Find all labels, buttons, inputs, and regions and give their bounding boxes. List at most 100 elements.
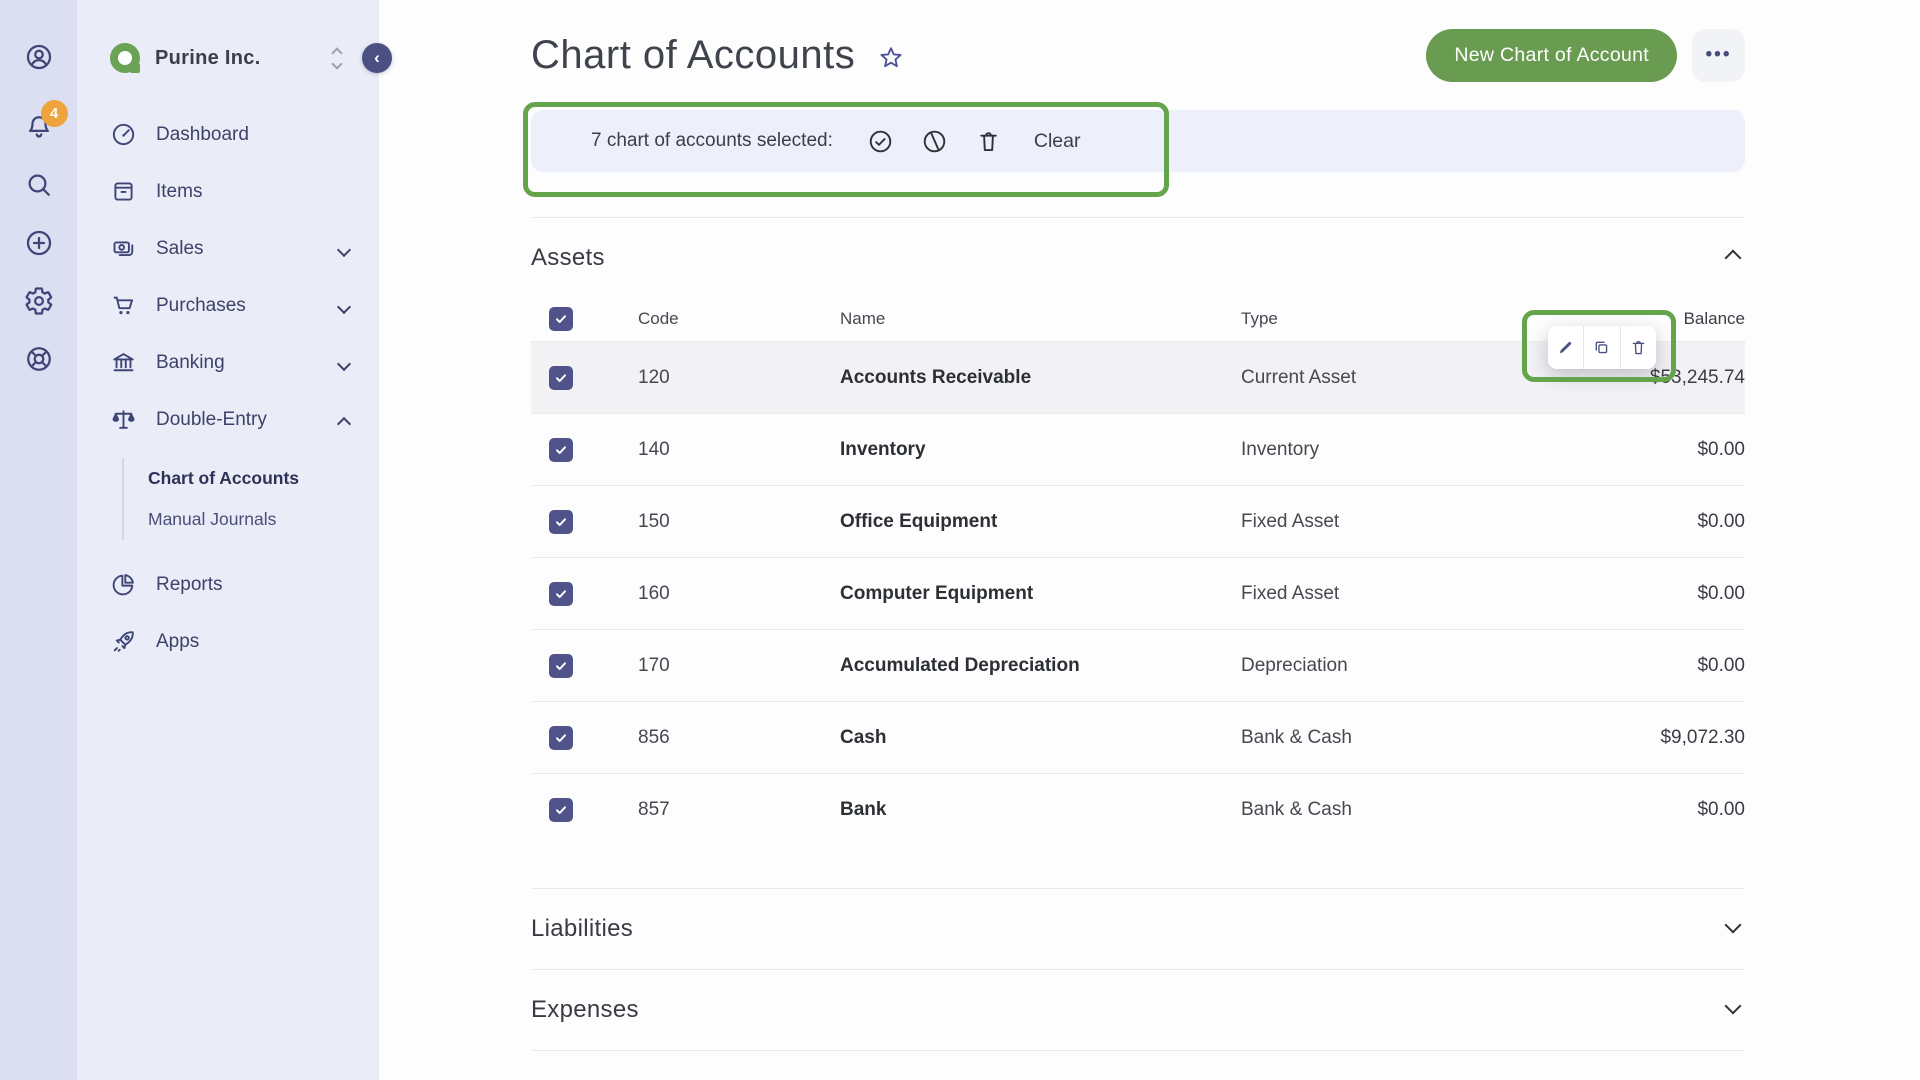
chevron-down-icon	[1725, 917, 1742, 934]
cell-name: Inventory	[823, 439, 1224, 461]
cell-name: Accumulated Depreciation	[823, 655, 1224, 677]
sidebar-item-apps[interactable]: Apps	[77, 613, 379, 670]
double-entry-icon	[110, 406, 137, 433]
sidebar-item-label: Items	[156, 181, 202, 203]
table-row[interactable]: 856 Cash Bank & Cash $9,072.30	[531, 701, 1745, 773]
sidebar-item-label: Double-Entry	[156, 409, 267, 431]
table-row[interactable]: 150 Office Equipment Fixed Asset $0.00	[531, 485, 1745, 557]
sidebar: Purine Inc. ‹ Dashboard Items Sales Purc…	[77, 0, 379, 1080]
double-entry-submenu: Chart of Accounts Manual Journals	[122, 458, 379, 540]
cell-code: 857	[621, 799, 823, 821]
sidebar-item-label: Apps	[156, 631, 199, 653]
cell-balance: $53,245.74	[1584, 367, 1745, 389]
cell-name: Office Equipment	[823, 511, 1224, 533]
edit-pencil-icon[interactable]	[1548, 326, 1583, 369]
chevron-down-icon	[337, 357, 351, 371]
new-chart-of-account-button[interactable]: New Chart of Account	[1426, 29, 1677, 82]
section-assets-header[interactable]: Assets	[531, 218, 1745, 297]
disable-ban-icon[interactable]	[921, 128, 948, 155]
sidebar-item-chart-of-accounts[interactable]: Chart of Accounts	[148, 458, 379, 499]
sidebar-collapse-button[interactable]: ‹	[362, 43, 392, 73]
table-row[interactable]: 140 Inventory Inventory $0.00	[531, 413, 1745, 485]
section-assets: Assets Code Name Type Balance 120 Accoun…	[531, 218, 1745, 889]
row-checkbox[interactable]	[549, 366, 573, 390]
notifications-icon[interactable]: 4	[22, 110, 56, 144]
section-expenses: Expenses	[531, 970, 1745, 1051]
cell-code: 120	[621, 367, 823, 389]
duplicate-copy-icon[interactable]	[1583, 326, 1619, 369]
cell-balance: $0.00	[1584, 655, 1745, 677]
apps-icon	[110, 628, 137, 655]
row-checkbox[interactable]	[549, 438, 573, 462]
banking-icon	[110, 349, 137, 376]
table-row[interactable]: 857 Bank Bank & Cash $0.00	[531, 773, 1745, 845]
sidebar-item-label: Reports	[156, 574, 223, 596]
section-liabilities: Liabilities	[531, 889, 1745, 970]
row-checkbox[interactable]	[549, 798, 573, 822]
sidebar-item-sales[interactable]: Sales	[77, 220, 379, 277]
items-icon	[110, 178, 137, 205]
sidebar-item-manual-journals[interactable]: Manual Journals	[148, 499, 379, 540]
support-icon[interactable]	[22, 342, 56, 376]
company-switcher-arrows-icon[interactable]	[333, 49, 341, 68]
delete-trash-icon[interactable]	[1620, 326, 1656, 369]
cell-balance: $0.00	[1584, 439, 1745, 461]
delete-trash-icon[interactable]	[975, 128, 1002, 155]
cell-type: Depreciation	[1224, 655, 1584, 677]
cell-balance: $9,072.30	[1584, 727, 1745, 749]
more-actions-button[interactable]: •••	[1692, 29, 1745, 82]
cell-code: 160	[621, 583, 823, 605]
cell-code: 150	[621, 511, 823, 533]
clear-selection-button[interactable]: Clear	[1034, 130, 1081, 153]
cell-name: Cash	[823, 727, 1224, 749]
sidebar-item-label: Sales	[156, 238, 204, 260]
section-expenses-header[interactable]: Expenses	[531, 970, 1745, 1051]
row-checkbox[interactable]	[549, 726, 573, 750]
selection-toolbar: 7 chart of accounts selected: Clear	[531, 110, 1745, 172]
row-checkbox[interactable]	[549, 654, 573, 678]
column-header-type: Type	[1224, 309, 1584, 329]
icon-rail: 4	[0, 0, 77, 1080]
chevron-down-icon	[337, 300, 351, 314]
row-actions-toolbar	[1548, 326, 1656, 369]
page-title: Chart of Accounts	[531, 33, 855, 78]
settings-icon[interactable]	[22, 284, 56, 318]
main-content: Chart of Accounts New Chart of Account •…	[379, 0, 1920, 1080]
section-liabilities-header[interactable]: Liabilities	[531, 889, 1745, 970]
company-name: Purine Inc.	[155, 47, 261, 70]
cell-type: Bank & Cash	[1224, 727, 1584, 749]
page-header: Chart of Accounts New Chart of Account •…	[531, 26, 1745, 84]
cell-type: Current Asset	[1224, 367, 1584, 389]
enable-check-circle-icon[interactable]	[867, 128, 894, 155]
cell-name: Computer Equipment	[823, 583, 1224, 605]
account-icon[interactable]	[22, 40, 56, 74]
section-title: Assets	[531, 244, 605, 272]
table-row[interactable]: 160 Computer Equipment Fixed Asset $0.00	[531, 557, 1745, 629]
selection-count-text: 7 chart of accounts selected:	[591, 130, 833, 152]
favorite-star-icon[interactable]	[877, 44, 905, 77]
search-icon[interactable]	[22, 168, 56, 202]
cell-balance: $0.00	[1584, 583, 1745, 605]
reports-icon	[110, 571, 137, 598]
sidebar-item-purchases[interactable]: Purchases	[77, 277, 379, 334]
sidebar-item-label: Dashboard	[156, 124, 249, 146]
new-entry-icon[interactable]	[22, 226, 56, 260]
row-checkbox[interactable]	[549, 510, 573, 534]
select-all-checkbox[interactable]	[549, 307, 573, 331]
sidebar-item-double-entry[interactable]: Double-Entry	[77, 391, 379, 448]
table-row[interactable]: 170 Accumulated Depreciation Depreciatio…	[531, 629, 1745, 701]
sidebar-item-items[interactable]: Items	[77, 163, 379, 220]
dashboard-icon	[110, 121, 137, 148]
section-title: Expenses	[531, 996, 639, 1024]
notification-badge: 4	[41, 100, 68, 127]
cell-code: 170	[621, 655, 823, 677]
cell-code: 856	[621, 727, 823, 749]
sidebar-item-label: Banking	[156, 352, 225, 374]
cell-code: 140	[621, 439, 823, 461]
sidebar-item-dashboard[interactable]: Dashboard	[77, 106, 379, 163]
company-switcher[interactable]: Purine Inc. ‹	[110, 40, 361, 76]
row-checkbox[interactable]	[549, 582, 573, 606]
cell-name: Accounts Receivable	[823, 367, 1224, 389]
sidebar-item-reports[interactable]: Reports	[77, 556, 379, 613]
sidebar-item-banking[interactable]: Banking	[77, 334, 379, 391]
